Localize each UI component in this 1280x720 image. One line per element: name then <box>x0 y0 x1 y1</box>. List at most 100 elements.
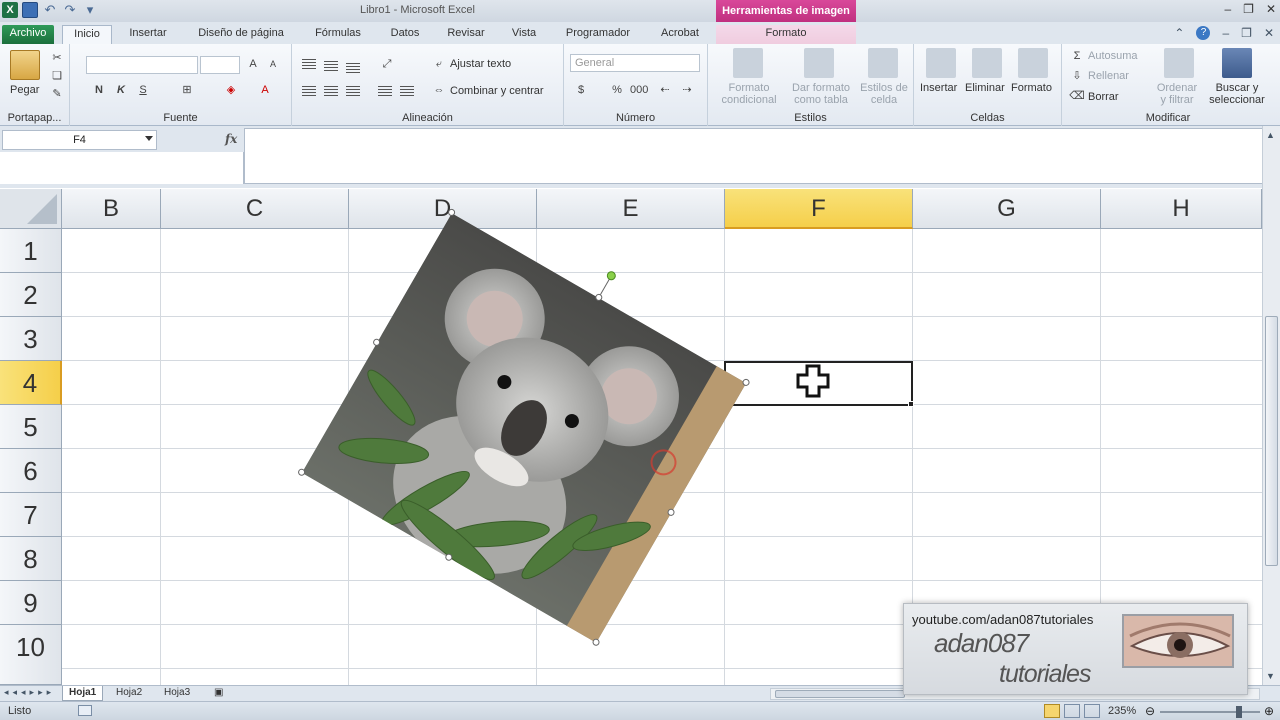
column-header-h[interactable]: H <box>1101 189 1262 229</box>
formula-input[interactable] <box>244 128 1266 184</box>
font-name-combo[interactable] <box>86 56 198 74</box>
tab-datos[interactable]: Datos <box>380 25 430 44</box>
borders-icon[interactable]: ⊞ <box>178 82 196 98</box>
tab-revisar[interactable]: Revisar <box>438 25 494 44</box>
align-middle-icon[interactable] <box>324 61 338 71</box>
clear-button[interactable]: Borrar <box>1088 91 1119 103</box>
format-cells-button[interactable]: Formato <box>1011 82 1052 94</box>
format-painter-icon[interactable]: ✎ <box>48 86 66 102</box>
cut-icon[interactable]: ✂ <box>48 50 66 66</box>
currency-button[interactable]: $ <box>572 82 590 98</box>
insert-cells-button[interactable]: Insertar <box>920 82 957 94</box>
help-icon[interactable]: ? <box>1196 26 1211 40</box>
tab-formato[interactable]: Formato <box>716 25 856 44</box>
align-bottom-icon[interactable] <box>346 63 360 73</box>
row-header-9[interactable]: 9 <box>0 581 62 625</box>
delete-cells-button[interactable]: Eliminar <box>965 82 1005 94</box>
name-box-dropdown-icon[interactable] <box>145 136 153 141</box>
scroll-up-icon[interactable]: ▲ <box>1266 130 1275 140</box>
redo-icon[interactable]: ↷ <box>62 2 78 18</box>
sheet-tab-hoja3[interactable]: Hoja3 <box>158 686 196 701</box>
italic-button[interactable]: K <box>112 82 130 98</box>
undo-icon[interactable]: ↶ <box>42 2 58 18</box>
grow-font-icon[interactable]: A <box>244 56 262 72</box>
format-as-table-button[interactable]: Dar formato como tabla <box>786 82 856 106</box>
decrease-indent-icon[interactable] <box>378 86 392 96</box>
column-header-e[interactable]: E <box>537 189 725 229</box>
row-header-8[interactable]: 8 <box>0 537 62 581</box>
sort-filter-button[interactable]: Ordenar y filtrar <box>1154 82 1200 106</box>
fill-color-icon[interactable]: ◈ <box>222 82 240 98</box>
increase-indent-icon[interactable] <box>400 86 414 96</box>
tab-insertar[interactable]: Insertar <box>120 25 176 44</box>
font-color-icon[interactable]: A <box>256 82 274 98</box>
row-header-10[interactable]: 10 <box>0 625 62 685</box>
decrease-decimal-icon[interactable]: ⇢ <box>678 82 696 98</box>
conditional-format-button[interactable]: Formato condicional <box>714 82 784 106</box>
column-header-b[interactable]: B <box>62 189 161 229</box>
row-header-7[interactable]: 7 <box>0 493 62 537</box>
vertical-scroll-thumb[interactable] <box>1265 316 1278 566</box>
name-box[interactable]: F4 <box>2 130 157 150</box>
sheet-nav-icons[interactable]: ◂◂◂▸▸▸ <box>4 687 55 698</box>
page-break-view-icon[interactable] <box>1084 704 1100 718</box>
customize-qat-icon[interactable]: ▾ <box>82 2 98 18</box>
row-header-1[interactable]: 1 <box>0 229 62 273</box>
zoom-level[interactable]: 235% <box>1108 705 1136 717</box>
zoom-slider[interactable] <box>1160 711 1260 713</box>
sheet-tab-hoja1[interactable]: Hoja1 <box>62 686 104 701</box>
align-right-icon[interactable] <box>346 86 360 96</box>
doc-close-icon[interactable]: ✕ <box>1264 26 1274 40</box>
format-as-table-icon[interactable] <box>804 48 834 78</box>
macro-record-icon[interactable] <box>78 705 92 716</box>
column-header-c[interactable]: C <box>161 189 349 229</box>
delete-cells-icon[interactable] <box>972 48 1002 78</box>
align-top-icon[interactable] <box>302 59 316 69</box>
minimize-icon[interactable]: – <box>1224 2 1231 16</box>
tab-diseno-pagina[interactable]: Diseño de página <box>186 25 296 44</box>
minimize-ribbon-icon[interactable]: ⌃ <box>1174 26 1184 40</box>
autosum-icon[interactable]: Σ <box>1068 48 1086 64</box>
doc-restore-icon[interactable]: ❐ <box>1241 26 1252 40</box>
zoom-slider-thumb[interactable] <box>1236 706 1242 718</box>
save-icon[interactable] <box>22 2 38 18</box>
vertical-scrollbar[interactable]: ▲ ▼ <box>1262 126 1280 686</box>
tab-formulas[interactable]: Fórmulas <box>306 25 370 44</box>
restore-icon[interactable]: ❐ <box>1243 2 1254 16</box>
close-icon[interactable]: ✕ <box>1266 2 1276 16</box>
column-header-f[interactable]: F <box>725 189 913 229</box>
tab-vista[interactable]: Vista <box>502 25 546 44</box>
orientation-icon[interactable]: ⤢ <box>378 56 396 72</box>
clear-icon[interactable]: ⌫ <box>1068 88 1086 104</box>
row-header-2[interactable]: 2 <box>0 273 62 317</box>
fill-handle[interactable] <box>908 401 914 407</box>
find-select-icon[interactable] <box>1222 48 1252 78</box>
select-all-button[interactable] <box>0 189 62 229</box>
row-header-6[interactable]: 6 <box>0 449 62 493</box>
percent-button[interactable]: % <box>608 82 626 98</box>
horizontal-scroll-thumb[interactable] <box>775 690 905 698</box>
bold-button[interactable]: N <box>90 82 108 98</box>
cell-styles-icon[interactable] <box>868 48 898 78</box>
fill-icon[interactable]: ⇩ <box>1068 68 1086 84</box>
increase-decimal-icon[interactable]: ⇠ <box>656 82 674 98</box>
insert-sheet-icon[interactable]: ▣ <box>208 686 229 701</box>
wrap-text-button[interactable]: Ajustar texto <box>450 58 511 70</box>
number-format-combo[interactable]: General <box>570 54 700 72</box>
paste-button[interactable]: Pegar <box>10 84 39 96</box>
column-header-g[interactable]: G <box>913 189 1101 229</box>
cell-styles-button[interactable]: Estilos de celda <box>856 82 912 106</box>
wrap-text-icon[interactable]: ⤶ <box>430 56 448 72</box>
autosum-button[interactable]: Autosuma <box>1088 50 1138 62</box>
fill-button[interactable]: Rellenar <box>1088 70 1129 82</box>
column-header-d[interactable]: D <box>349 189 537 229</box>
insert-function-icon[interactable]: fx <box>225 132 237 146</box>
excel-logo-icon[interactable]: X <box>2 2 18 18</box>
underline-button[interactable]: S <box>134 82 152 98</box>
tab-archivo[interactable]: Archivo <box>2 25 54 44</box>
sort-filter-icon[interactable] <box>1164 48 1194 78</box>
row-header-4[interactable]: 4 <box>0 361 62 405</box>
zoom-in-icon[interactable]: ⊕ <box>1264 704 1274 718</box>
tab-inicio[interactable]: Inicio <box>62 25 112 44</box>
find-select-button[interactable]: Buscar y seleccionar <box>1202 82 1272 106</box>
